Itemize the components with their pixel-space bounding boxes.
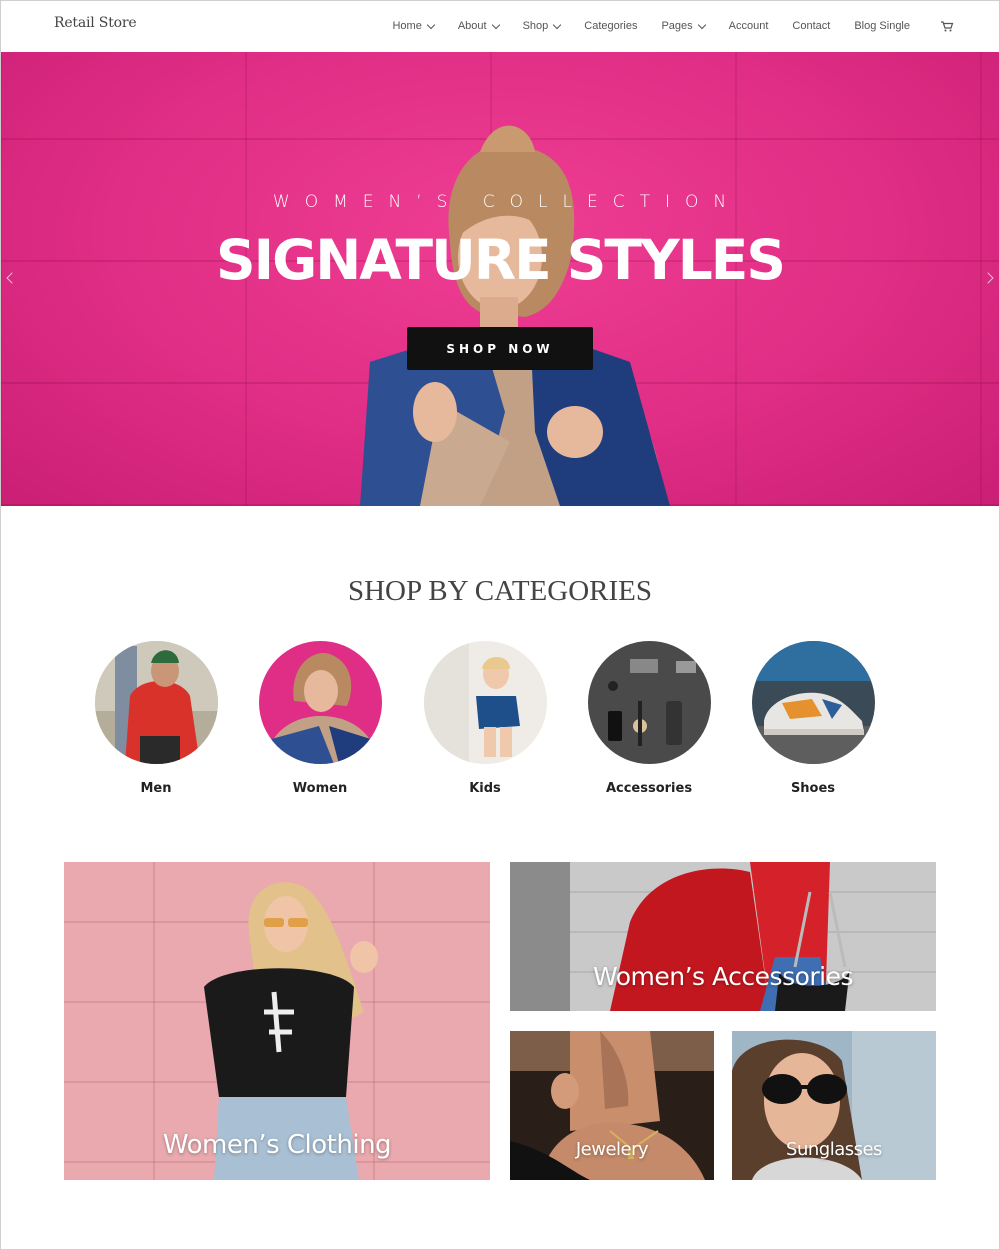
category-men[interactable]: Men — [94, 641, 218, 796]
chevron-down-icon — [426, 20, 436, 29]
nav-item-account[interactable]: Account — [729, 20, 769, 32]
hero-subtitle: WOMEN’S COLLECTION — [272, 192, 742, 212]
category-image — [587, 641, 711, 764]
nav-label: Blog Single — [854, 20, 910, 32]
category-label: Shoes — [790, 781, 836, 796]
category-image — [423, 641, 547, 764]
nav-item-categories[interactable]: Categories — [584, 20, 637, 32]
nav-item-pages[interactable]: Pages — [661, 20, 706, 32]
nav-label: Home — [392, 20, 422, 32]
category-label: Accessories — [605, 781, 693, 796]
chevron-down-icon — [553, 20, 562, 29]
chevron-down-icon — [697, 20, 706, 29]
tile-label: Women’s Clothing — [162, 1130, 392, 1160]
nav-label: Shop — [522, 20, 549, 32]
category-women[interactable]: Women — [258, 641, 382, 796]
nav-item-blog-single[interactable]: Blog Single — [854, 20, 910, 32]
nav-label: Account — [728, 20, 769, 32]
tile-womens-clothing[interactable]: Women’s Clothing — [64, 862, 490, 1180]
tile-womens-accessories[interactable]: Women’s Accessories — [510, 862, 936, 1011]
category-label: Women — [292, 781, 348, 796]
tile-label: Sunglasses — [786, 1139, 882, 1160]
hero-banner: WOMEN’S COLLECTION SIGNATURE STYLES SHOP… — [0, 52, 1000, 506]
chevron-down-icon — [491, 20, 500, 29]
category-shoes[interactable]: Shoes — [751, 641, 875, 796]
site-header: Retail Store Home About Shop Categories … — [0, 0, 1000, 52]
nav-item-about[interactable]: About — [457, 20, 500, 32]
tile-label: Jewelery — [575, 1139, 649, 1160]
nav-label: Categories — [584, 20, 638, 32]
category-accessories[interactable]: Accessories — [587, 641, 711, 796]
tile-sunglasses[interactable]: Sunglasses — [732, 1031, 936, 1180]
category-image — [258, 641, 382, 764]
tile-label: Women’s Accessories — [592, 962, 854, 991]
section-title: SHOP BY CATEGORIES — [347, 575, 652, 607]
nav-label: About — [457, 20, 487, 32]
category-label: Men — [140, 781, 172, 796]
nav-item-home[interactable]: Home — [392, 20, 436, 32]
nav-label: Contact — [792, 20, 831, 32]
nav-label: Pages — [661, 20, 693, 32]
hero-model-image — [360, 125, 670, 506]
category-kids[interactable]: Kids — [423, 641, 547, 796]
category-image — [94, 641, 218, 764]
hero-title: SIGNATURE STYLES — [216, 228, 786, 292]
site-logo[interactable]: Retail Store — [54, 15, 137, 31]
nav-item-shop[interactable]: Shop — [522, 20, 562, 32]
nav-item-contact[interactable]: Contact — [792, 20, 830, 32]
tile-jewelery[interactable]: Jewelery — [510, 1031, 714, 1180]
main-nav: Home About Shop Categories Pages Account… — [368, 0, 954, 52]
category-image — [751, 641, 875, 764]
category-label: Kids — [469, 781, 501, 796]
shop-now-button[interactable]: SHOP NOW — [407, 327, 593, 370]
cart-icon[interactable] — [940, 19, 954, 33]
